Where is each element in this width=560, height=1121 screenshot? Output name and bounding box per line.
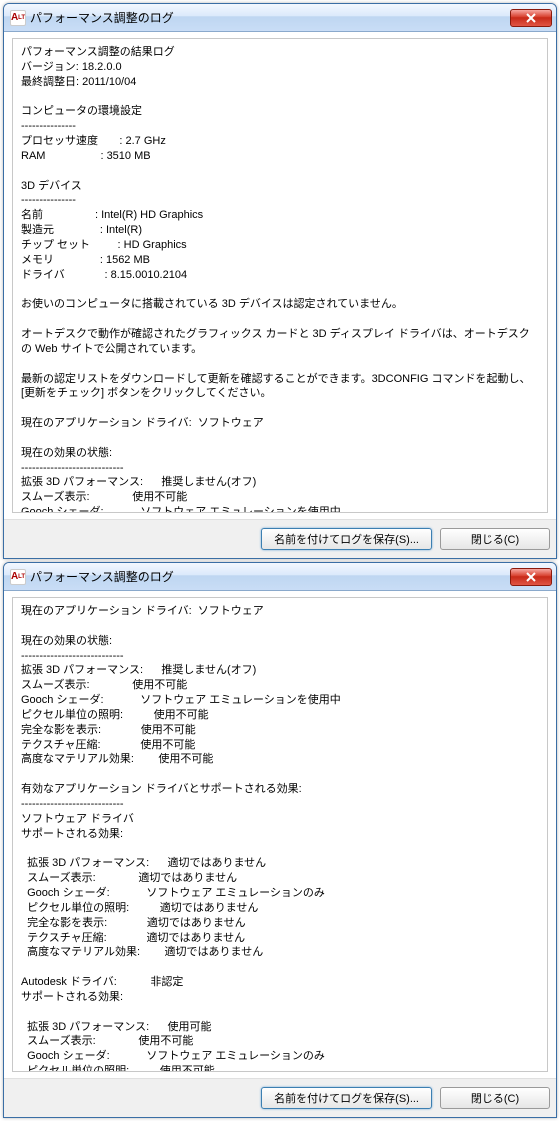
titlebar[interactable]: ALT パフォーマンス調整のログ <box>4 4 556 32</box>
dialog-window: ALT パフォーマンス調整のログ 現在のアプリケーション ドライバ: ソフトウェ… <box>3 562 557 1118</box>
window-title: パフォーマンス調整のログ <box>30 568 510 585</box>
log-text: パフォーマンス調整の結果ログ バージョン: 18.2.0.0 最終調整日: 20… <box>21 45 539 513</box>
close-button[interactable]: 閉じる(C) <box>440 1087 550 1109</box>
close-button[interactable]: 閉じる(C) <box>440 528 550 550</box>
close-icon <box>526 572 536 582</box>
close-icon <box>526 13 536 23</box>
content-pane: 現在のアプリケーション ドライバ: ソフトウェア 現在の効果の状態: -----… <box>4 591 556 1078</box>
button-bar: 名前を付けてログを保存(S)... 閉じる(C) <box>4 519 556 558</box>
window-close-button[interactable] <box>510 9 552 27</box>
app-icon: ALT <box>10 10 26 26</box>
window-close-button[interactable] <box>510 568 552 586</box>
button-bar: 名前を付けてログを保存(S)... 閉じる(C) <box>4 1078 556 1117</box>
dialog-window: ALT パフォーマンス調整のログ パフォーマンス調整の結果ログ バージョン: 1… <box>3 3 557 559</box>
save-log-button[interactable]: 名前を付けてログを保存(S)... <box>261 528 432 550</box>
window-title: パフォーマンス調整のログ <box>30 9 510 26</box>
content-pane: パフォーマンス調整の結果ログ バージョン: 18.2.0.0 最終調整日: 20… <box>4 32 556 519</box>
titlebar[interactable]: ALT パフォーマンス調整のログ <box>4 563 556 591</box>
app-icon: ALT <box>10 569 26 585</box>
save-log-button[interactable]: 名前を付けてログを保存(S)... <box>261 1087 432 1109</box>
log-textarea[interactable]: 現在のアプリケーション ドライバ: ソフトウェア 現在の効果の状態: -----… <box>12 597 548 1072</box>
log-text: 現在のアプリケーション ドライバ: ソフトウェア 現在の効果の状態: -----… <box>21 604 539 1072</box>
log-textarea[interactable]: パフォーマンス調整の結果ログ バージョン: 18.2.0.0 最終調整日: 20… <box>12 38 548 513</box>
